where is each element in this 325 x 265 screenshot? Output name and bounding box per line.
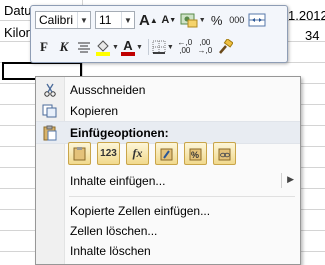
format-painter-button[interactable] bbox=[216, 37, 234, 57]
cell-value[interactable]: 34 bbox=[305, 28, 319, 43]
toolbar-separator bbox=[147, 39, 149, 55]
paste-formulas-button[interactable]: fx bbox=[126, 142, 149, 165]
menu-item-label: Kopieren bbox=[70, 103, 119, 118]
merge-center-button[interactable] bbox=[248, 10, 266, 30]
chevron-down-icon[interactable]: ▼ bbox=[121, 12, 134, 28]
italic-button[interactable]: K bbox=[55, 37, 73, 57]
cell-date-partial[interactable]: 1.2012 bbox=[288, 8, 325, 23]
shrink-font-label: A bbox=[161, 14, 170, 26]
shrink-font-button[interactable]: A ▼ bbox=[160, 10, 178, 30]
menu-item-label: Kopierte Zellen einfügen... bbox=[70, 203, 211, 218]
increase-decimal-bottom: ,00 bbox=[179, 46, 191, 55]
grow-font-label: A bbox=[139, 11, 150, 29]
menu-item-copy[interactable]: Kopieren bbox=[36, 100, 300, 121]
menu-divider bbox=[69, 196, 295, 197]
fill-color-button[interactable]: ▼ bbox=[95, 37, 119, 57]
bold-button[interactable]: F bbox=[35, 37, 53, 57]
chevron-down-icon[interactable]: ▼ bbox=[167, 44, 174, 51]
paste-clipboard-icon bbox=[73, 147, 86, 161]
paste-percent-icon: % bbox=[189, 148, 202, 161]
font-size-combo[interactable]: 11 ▼ bbox=[95, 11, 135, 29]
chevron-down-icon[interactable]: ▼ bbox=[199, 17, 206, 24]
accounting-icon bbox=[180, 13, 198, 28]
cell-a1[interactable]: Datu bbox=[4, 3, 31, 18]
menu-item-label: Ausschneiden bbox=[70, 82, 146, 97]
menu-item-paste-special[interactable]: Inhalte einfügen... ▶ bbox=[36, 170, 300, 191]
menu-item-label: Inhalte einfügen... bbox=[70, 173, 166, 188]
paste-options-row: 123 fx % bbox=[68, 142, 242, 165]
borders-button[interactable]: ▼ bbox=[152, 37, 174, 57]
menu-item-label: Zellen löschen... bbox=[70, 223, 158, 238]
mini-toolbar: Calibri ▼ 11 ▼ A ▲ A ▼ ▼ % 000 F K ▼ A ▼… bbox=[30, 5, 288, 63]
paste-values-button[interactable]: 123 bbox=[97, 142, 120, 165]
chevron-down-icon[interactable]: ▼ bbox=[112, 44, 119, 51]
paint-bucket-icon bbox=[96, 40, 110, 56]
copy-icon bbox=[36, 104, 64, 118]
cell-a2[interactable]: Kilon bbox=[4, 25, 33, 40]
paste-percent-button[interactable]: % bbox=[184, 142, 207, 165]
font-name-combo[interactable]: Calibri ▼ bbox=[35, 11, 91, 29]
align-center-button[interactable] bbox=[75, 37, 93, 57]
submenu-arrow-icon: ▶ bbox=[287, 174, 294, 184]
merge-center-icon bbox=[248, 13, 266, 27]
caret-up-icon: ▲ bbox=[149, 15, 158, 25]
accounting-format-button[interactable]: ▼ bbox=[180, 10, 206, 30]
paste-formatting-button[interactable] bbox=[155, 142, 178, 165]
clipboard-icon bbox=[36, 125, 64, 141]
paste-link-button[interactable] bbox=[213, 142, 236, 165]
thousands-separator-button[interactable]: 000 bbox=[228, 10, 246, 30]
menu-item-cut[interactable]: Ausschneiden bbox=[36, 79, 300, 100]
paste-options-label: Einfügeoptionen: bbox=[70, 125, 169, 140]
svg-text:%: % bbox=[191, 150, 199, 160]
menu-item-delete-cells[interactable]: Zellen löschen... bbox=[36, 220, 300, 241]
paste-formatting-icon bbox=[160, 148, 173, 161]
format-painter-icon bbox=[218, 39, 233, 54]
chevron-down-icon[interactable]: ▼ bbox=[77, 12, 90, 28]
chevron-down-icon[interactable]: ▼ bbox=[136, 44, 143, 51]
submenu-divider bbox=[281, 173, 282, 188]
decrease-decimal-button[interactable]: ,00 →,0 bbox=[196, 37, 214, 57]
caret-down-icon: ▼ bbox=[169, 16, 177, 24]
borders-icon bbox=[152, 40, 166, 54]
decrease-decimal-bottom: →,0 bbox=[197, 46, 213, 55]
menu-item-insert-copied-cells[interactable]: Kopierte Zellen einfügen... bbox=[36, 200, 300, 221]
context-menu: Ausschneiden Kopieren Einfügeoptionen: 1… bbox=[35, 76, 301, 265]
font-color-button[interactable]: A ▼ bbox=[120, 37, 143, 57]
grow-font-button[interactable]: A ▲ bbox=[139, 10, 158, 30]
percent-button[interactable]: % bbox=[208, 10, 226, 30]
font-color-icon: A bbox=[120, 39, 135, 56]
paste-link-icon bbox=[218, 148, 231, 161]
font-name-value: Calibri bbox=[39, 13, 74, 27]
scissors-icon bbox=[36, 83, 64, 97]
paste-options-header: Einfügeoptionen: bbox=[36, 121, 300, 144]
paste-button[interactable] bbox=[68, 142, 91, 165]
menu-item-clear-contents[interactable]: Inhalte löschen bbox=[36, 240, 300, 261]
menu-item-label: Inhalte löschen bbox=[70, 243, 151, 258]
increase-decimal-button[interactable]: ←,0 ,00 bbox=[176, 37, 194, 57]
align-center-icon bbox=[78, 42, 90, 53]
font-size-value: 11 bbox=[99, 13, 112, 27]
